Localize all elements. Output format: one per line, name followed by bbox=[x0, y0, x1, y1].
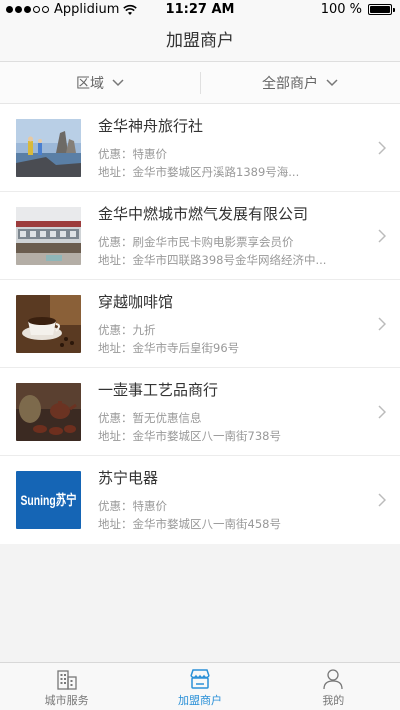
tab-mine[interactable]: 我的 bbox=[267, 663, 400, 710]
merchant-item[interactable]: 金华神舟旅行社 优惠：特惠价 地址：金华市婺城区丹溪路1389号海... bbox=[0, 104, 400, 192]
merchant-discount: 优惠：特惠价 bbox=[98, 499, 167, 513]
merchant-item[interactable]: Suning苏宁 苏宁电器 优惠：特惠价 地址：金华市婺城区八一南街458号 bbox=[0, 456, 400, 544]
merchant-name: 金华中燃城市燃气发展有限公司 bbox=[98, 204, 309, 223]
chevron-right-icon bbox=[378, 317, 386, 331]
coffee-cup-photo bbox=[16, 294, 81, 353]
merchant-discount: 优惠：九折 bbox=[98, 322, 156, 337]
suning-logo-text: Suning苏宁 bbox=[21, 492, 77, 508]
chevron-down-icon bbox=[112, 78, 124, 86]
merchant-thumbnail: Suning苏宁 bbox=[16, 471, 81, 529]
merchant-address: 地址：金华市婺城区丹溪路1389号海... bbox=[98, 164, 300, 179]
merchant-info: 金华神舟旅行社 优惠：特惠价 地址：金华市婺城区丹溪路1389号海... bbox=[98, 115, 400, 181]
filter-region[interactable]: 区域 bbox=[0, 62, 200, 103]
merchant-item[interactable]: 一壶事工艺品商行 优惠：暂无优惠信息 地址：金华市婺城区八一南街738号 bbox=[0, 368, 400, 456]
city-building-icon bbox=[57, 670, 77, 690]
chevron-down-icon bbox=[326, 78, 338, 86]
merchant-discount: 优惠：刷金华市民卡购电影票享会员价 bbox=[98, 234, 294, 249]
merchant-item[interactable]: 金华中燃城市燃气发展有限公司 优惠：刷金华市民卡购电影票享会员价 地址：金华市四… bbox=[0, 192, 400, 280]
tab-city-services[interactable]: 城市服务 bbox=[0, 663, 133, 710]
merchant-thumbnail bbox=[16, 206, 81, 265]
status-right: 100 % bbox=[320, 2, 395, 17]
person-icon bbox=[323, 669, 343, 690]
merchant-name: 穿越咖啡馆 bbox=[98, 292, 174, 311]
filter-region-label: 区域 bbox=[76, 75, 104, 92]
merchant-info: 穿越咖啡馆 优惠：九折 地址：金华市寺后皇街96号 bbox=[98, 291, 400, 357]
merchant-discount: 优惠：暂无优惠信息 bbox=[98, 410, 202, 425]
merchant-discount: 优惠：特惠价 bbox=[98, 146, 167, 161]
filter-bar: 区域 全部商户 bbox=[0, 62, 400, 104]
chevron-right-icon bbox=[378, 229, 386, 243]
merchant-thumbnail bbox=[16, 118, 81, 177]
chevron-right-icon bbox=[378, 493, 386, 507]
tab-bar: 城市服务 加盟商户 我的 bbox=[0, 662, 400, 710]
travel-photo bbox=[16, 118, 81, 177]
filter-merchant-type-label: 全部商户 bbox=[262, 75, 318, 92]
nav-bar: 加盟商户 bbox=[0, 20, 400, 62]
chevron-right-icon bbox=[378, 405, 386, 419]
battery-icon bbox=[368, 4, 395, 15]
merchant-info: 一壶事工艺品商行 优惠：暂无优惠信息 地址：金华市婺城区八一南街738号 bbox=[98, 379, 400, 445]
merchant-address: 地址：金华市寺后皇街96号 bbox=[98, 340, 240, 355]
merchant-address: 地址：金华市婺城区八一南街458号 bbox=[98, 517, 281, 531]
tab-label: 城市服务 bbox=[44, 694, 89, 707]
merchant-list: 金华神舟旅行社 优惠：特惠价 地址：金华市婺城区丹溪路1389号海... 金华中… bbox=[0, 104, 400, 544]
merchant-info: 金华中燃城市燃气发展有限公司 优惠：刷金华市民卡购电影票享会员价 地址：金华市四… bbox=[98, 203, 400, 269]
tab-label: 我的 bbox=[322, 694, 345, 707]
teapot-photo bbox=[16, 382, 81, 441]
merchant-thumbnail bbox=[16, 294, 81, 353]
battery-fill bbox=[370, 6, 390, 13]
merchant-item[interactable]: 穿越咖啡馆 优惠：九折 地址：金华市寺后皇街96号 bbox=[0, 280, 400, 368]
merchant-name: 一壶事工艺品商行 bbox=[98, 380, 219, 399]
storefront-icon bbox=[190, 669, 210, 689]
office-hall-photo bbox=[16, 206, 81, 265]
merchant-name: 苏宁电器 bbox=[98, 469, 159, 487]
filter-merchant-type[interactable]: 全部商户 bbox=[200, 62, 400, 103]
page-title: 加盟商户 bbox=[166, 31, 234, 51]
merchant-name: 金华神舟旅行社 bbox=[98, 116, 204, 135]
merchant-info: 苏宁电器 优惠：特惠价 地址：金华市婺城区八一南街458号 bbox=[98, 467, 400, 533]
chevron-right-icon bbox=[378, 141, 386, 155]
battery-percent: 100 % bbox=[320, 2, 362, 17]
suning-logo: Suning苏宁 bbox=[16, 471, 81, 529]
tab-label: 加盟商户 bbox=[177, 694, 222, 707]
merchant-address: 地址：金华市婺城区八一南街738号 bbox=[98, 428, 281, 443]
merchant-address: 地址：金华市四联路398号金华网络经济中... bbox=[98, 252, 327, 267]
tab-merchants[interactable]: 加盟商户 bbox=[133, 663, 266, 710]
status-bar: Applidium 11:27 AM 100 % bbox=[0, 0, 400, 20]
merchant-thumbnail bbox=[16, 382, 81, 441]
